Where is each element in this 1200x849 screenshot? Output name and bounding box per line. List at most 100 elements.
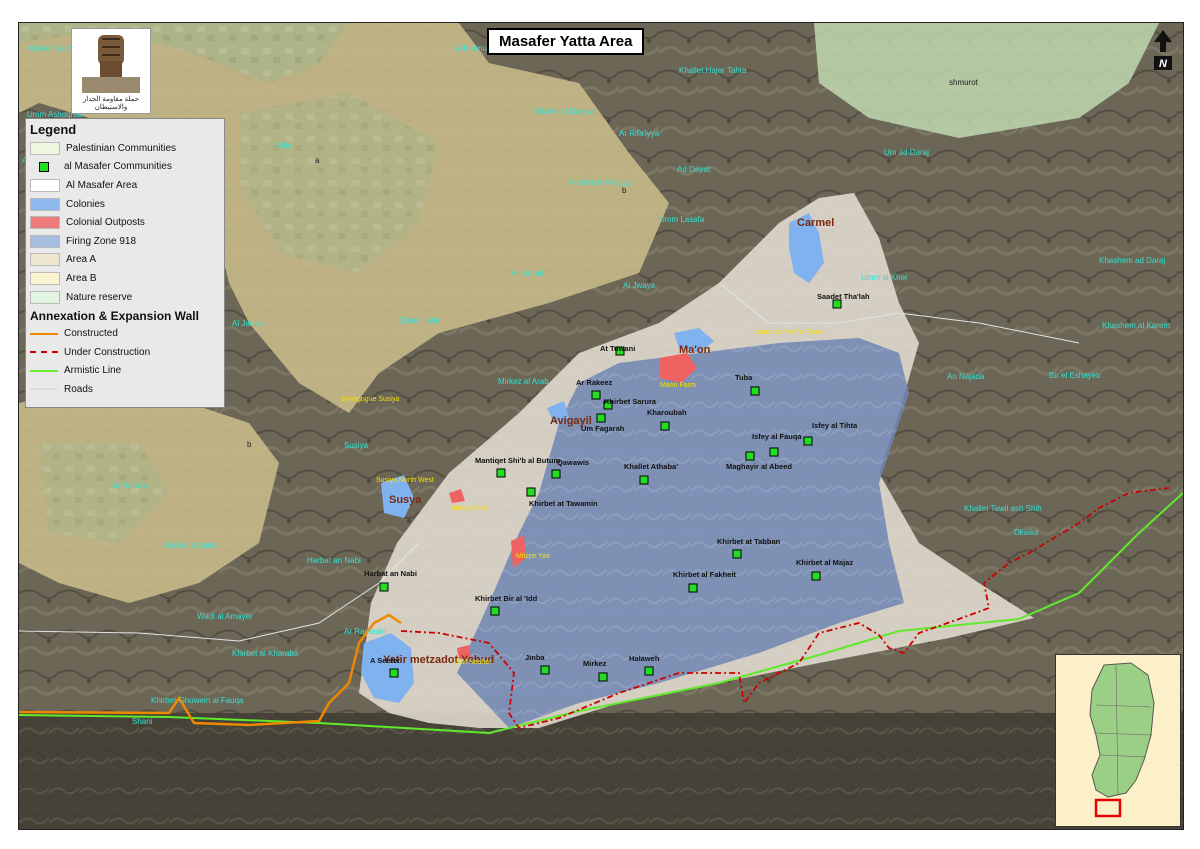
community-marker[interactable] [540, 665, 550, 675]
outpost-label: Susiya East [451, 505, 488, 512]
community-marker[interactable] [379, 582, 389, 592]
community-marker[interactable] [496, 468, 506, 478]
legend-swatch [30, 197, 60, 211]
community-label: Ar Rakeez [576, 378, 613, 387]
logo-caption: حملة مقاومة الجدار والاستيطان [82, 96, 140, 111]
community-marker[interactable] [526, 487, 536, 497]
place-label: Al Karmil [511, 269, 543, 278]
place-label: Dkaika [1014, 528, 1039, 537]
community-label: Khirbet al Majaz [796, 558, 853, 567]
community-label: Isfey al Fauqa [752, 432, 802, 441]
community-marker[interactable] [811, 571, 821, 581]
community-marker-icon [769, 447, 779, 457]
legend-line-swatch [30, 332, 58, 335]
legend-item-label: Firing Zone 918 [66, 235, 137, 247]
community-label: Khallet Athaba' [624, 462, 678, 471]
legend-wall-item-label: Roads [64, 383, 93, 395]
place-label: Al Jwaya [623, 281, 656, 290]
community-label: Maghayir al Abeed [726, 462, 792, 471]
legend-wall-item: Under Construction [26, 343, 224, 362]
place-label: Ar Ramadin [344, 627, 386, 636]
community-marker[interactable] [832, 299, 842, 309]
place-label: Umm Lasafa [659, 215, 705, 224]
community-marker-icon [496, 468, 506, 478]
legend-item-label: Nature reserve [66, 291, 133, 303]
community-marker[interactable] [750, 386, 760, 396]
community-marker[interactable] [644, 666, 654, 676]
legend-line-swatch [30, 369, 58, 372]
community-marker[interactable] [596, 413, 606, 423]
community-marker[interactable] [688, 583, 698, 593]
community-marker[interactable] [490, 606, 500, 616]
community-label: Harbat an Nabi [364, 569, 417, 578]
community-marker[interactable] [732, 549, 742, 559]
community-marker[interactable] [660, 421, 670, 431]
community-marker[interactable] [769, 447, 779, 457]
community-marker[interactable] [389, 668, 399, 678]
legend-item: Firing Zone 918 [26, 232, 224, 251]
legend-wall-item-label: Constructed [64, 328, 118, 340]
north-label: N [1159, 58, 1168, 70]
community-marker[interactable] [639, 475, 649, 485]
legend-item: Palestinian Communities [26, 139, 224, 158]
community-marker-icon [379, 582, 389, 592]
community-marker-icon [639, 475, 649, 485]
legend-item-label: Palestinian Communities [66, 142, 177, 154]
community-marker-icon [803, 436, 813, 446]
place-label: Harbat an Nabi [307, 556, 361, 565]
community-marker[interactable] [745, 451, 755, 461]
community-label: Isfey al Tihta [812, 421, 858, 430]
legend-swatch [30, 216, 60, 230]
community-label: At Tuwani [600, 344, 635, 353]
community-marker[interactable] [803, 436, 813, 446]
legend-panel: Legend Palestinian Communities al Masafer… [25, 118, 225, 408]
inset-map [1055, 654, 1181, 827]
legend-line-swatch [30, 351, 58, 354]
community-label: Mirkez [583, 659, 607, 668]
community-marker-icon [660, 421, 670, 431]
place-label: Al Kurmul [454, 44, 489, 53]
north-arrow-icon: N [1154, 30, 1172, 70]
legend-item-label: Area B [66, 272, 97, 284]
community-marker-icon [598, 672, 608, 682]
legend-line-swatch [30, 388, 58, 391]
outpost-label: Isaschar Man's Farm [756, 329, 821, 336]
logo: حملة مقاومة الجدار والاستيطان [71, 28, 151, 114]
legend-wall-items: Constructed Under Construction Armistic Li… [26, 324, 224, 398]
legend-title: Legend [30, 122, 77, 137]
legend-swatch [30, 234, 60, 248]
map-letter: shmurot [949, 78, 979, 87]
legend-item: Area A [26, 251, 224, 270]
community-marker-icon [732, 549, 742, 559]
legend-wall-item: Roads [26, 380, 224, 399]
community-marker-icon [591, 390, 601, 400]
legend-item: Colonies [26, 195, 224, 214]
place-label: Shani [132, 717, 153, 726]
legend-wall-title: Annexation & Expansion Wall [30, 309, 199, 324]
place-label: Ar Rifa'iyya [619, 129, 660, 138]
community-marker-icon [750, 386, 760, 396]
map-frame[interactable]: Khallet al Maiyya Khallet Hajar Tahta Ar R… [18, 22, 1184, 830]
settlement-label: Susya [389, 494, 422, 506]
community-marker[interactable] [591, 390, 601, 400]
legend-item: Nature reserve [26, 288, 224, 307]
community-label: Mantiqet Shi'b al Butum [475, 456, 560, 465]
place-label: Qinan Jabir [399, 316, 440, 325]
community-marker[interactable] [598, 672, 608, 682]
place-label: Ad Deirat [677, 165, 711, 174]
map-letter: b [247, 440, 252, 449]
outpost-label: Synagogue Susiya [341, 396, 399, 403]
settlement-label: Ma'on [679, 344, 711, 356]
place-label: Um ad Daraj [884, 148, 929, 157]
legend-item: Area B [26, 269, 224, 288]
fist-icon [82, 35, 140, 93]
community-label: A Seefer [370, 656, 400, 665]
community-marker[interactable] [551, 469, 561, 479]
community-label: Khirbet at Tawamin [529, 499, 598, 508]
legend-item-label: Colonial Outposts [66, 217, 145, 229]
outpost-label: Nof Nesher [456, 659, 492, 666]
community-label: Tuba [735, 373, 753, 382]
community-marker-icon [596, 413, 606, 423]
place-label: Khashem al Karem [1102, 321, 1170, 330]
place-label: Mirkez al Arab [498, 377, 549, 386]
